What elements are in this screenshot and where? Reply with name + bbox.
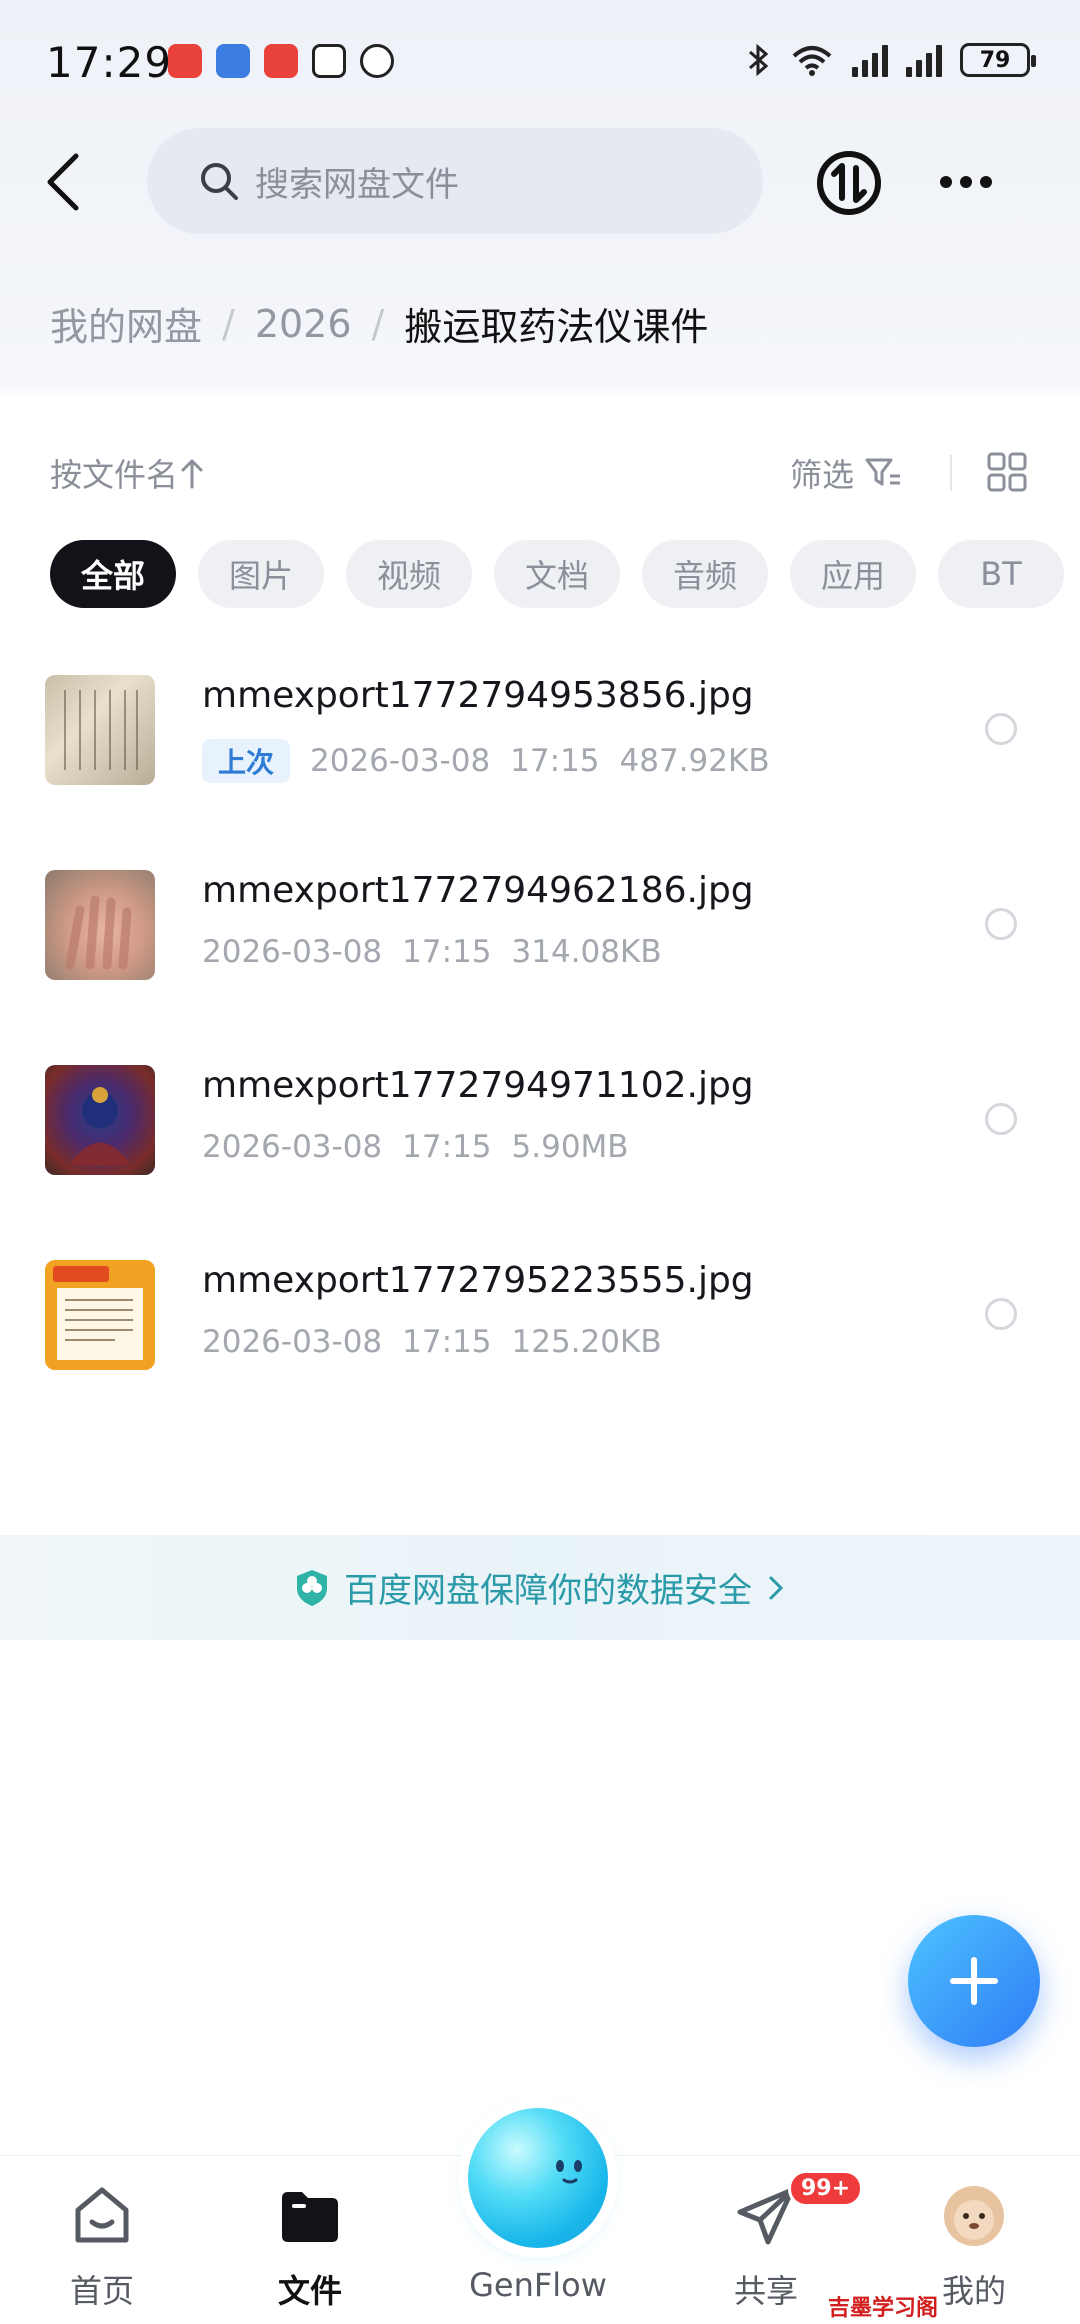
battery-level: 79: [979, 47, 1011, 73]
file-list-panel: 按文件名 筛选 全部 图片 视频 文档 音频 应用 BT mmexport177…: [0, 395, 1080, 2155]
safety-banner-text: 百度网盘保障你的数据安全: [344, 1571, 752, 1611]
transfer-list-icon[interactable]: [816, 150, 882, 216]
select-radio[interactable]: [985, 908, 1017, 940]
shield-icon: [297, 1569, 327, 1606]
breadcrumb-item-2026[interactable]: 2026: [255, 302, 352, 346]
share-unread-badge: 99+: [788, 2170, 864, 2207]
search-icon: [201, 163, 238, 200]
watermark: 吉墨学习阁 jimoxxg.com: [828, 2295, 983, 2324]
nav-files[interactable]: 文件: [230, 2156, 390, 2324]
file-meta: 上次 2026-03-08 17:15 487.92KB: [202, 739, 770, 783]
battery-icon: 79: [960, 43, 1036, 77]
huawei-app-icon: [168, 44, 202, 78]
back-arrow-icon[interactable]: [40, 150, 90, 214]
file-meta: 2026-03-08 17:15 314.08KB: [202, 934, 662, 970]
file-thumbnail-image: [45, 870, 155, 980]
sort-label: 按文件名: [50, 456, 179, 494]
alarm-icon: [360, 44, 394, 78]
toolbar-divider: [950, 455, 952, 491]
chip-videos[interactable]: 视频: [346, 540, 472, 608]
notification-app-icon: [216, 44, 250, 78]
file-name: mmexport1772794971102.jpg: [202, 1065, 754, 1106]
wifi-icon: [792, 46, 832, 76]
file-type-filter-chips: 全部 图片 视频 文档 音频 应用 BT: [50, 540, 1064, 608]
filter-label: 筛选: [790, 456, 855, 494]
file-name: mmexport1772794962186.jpg: [202, 870, 754, 911]
file-size: 5.90MB: [511, 1129, 629, 1165]
add-button[interactable]: [908, 1915, 1040, 2047]
breadcrumb-item-my-drive[interactable]: 我的网盘: [50, 296, 202, 351]
file-date: 2026-03-08: [202, 1324, 383, 1360]
file-name: mmexport1772794953856.jpg: [202, 675, 754, 716]
breadcrumb-separator: /: [371, 301, 385, 346]
chip-documents[interactable]: 文档: [494, 540, 620, 608]
breadcrumb: 我的网盘 / 2026 / 搬运取药法仪课件: [50, 296, 708, 351]
last-opened-tag: 上次: [202, 739, 291, 783]
nav-genflow-label: GenFlow: [469, 2266, 607, 2304]
sort-ascending-icon: [181, 459, 203, 489]
nav-share-label: 共享: [733, 2272, 798, 2310]
breadcrumb-current: 搬运取药法仪课件: [404, 305, 709, 349]
nav-home-label: 首页: [69, 2272, 134, 2310]
status-bar: 17:29 79: [0, 0, 1080, 120]
file-time: 17:15: [402, 934, 492, 970]
chip-bt[interactable]: BT: [938, 540, 1064, 608]
file-time: 17:15: [510, 743, 600, 779]
filter-icon: [865, 458, 901, 486]
select-radio[interactable]: [985, 1298, 1017, 1330]
file-thumbnail-image: [45, 675, 155, 785]
chevron-right-icon: [769, 1576, 784, 1599]
genflow-assistant-icon[interactable]: [468, 2108, 608, 2248]
data-safety-banner[interactable]: 百度网盘保障你的数据安全: [0, 1535, 1080, 1640]
plus-icon: [950, 1957, 998, 2005]
file-date: 2026-03-08: [310, 743, 491, 779]
more-options-icon[interactable]: [940, 170, 1000, 194]
file-row[interactable]: mmexport1772794971102.jpg 2026-03-08 17:…: [0, 1035, 1080, 1230]
bluetooth-icon: [749, 43, 769, 77]
file-time: 17:15: [402, 1324, 492, 1360]
status-system-icons: 79: [746, 42, 1036, 78]
file-meta: 2026-03-08 17:15 5.90MB: [202, 1129, 629, 1165]
file-row[interactable]: mmexport1772794962186.jpg 2026-03-08 17:…: [0, 840, 1080, 1035]
file-row[interactable]: mmexport1772794953856.jpg 上次 2026-03-08 …: [0, 645, 1080, 840]
chip-all[interactable]: 全部: [50, 540, 176, 608]
select-radio[interactable]: [985, 713, 1017, 745]
file-name: mmexport1772795223555.jpg: [202, 1260, 754, 1301]
file-row[interactable]: mmexport1772795223555.jpg 2026-03-08 17:…: [0, 1230, 1080, 1425]
file-date: 2026-03-08: [202, 1129, 383, 1165]
red-app-icon: [264, 44, 298, 78]
select-radio[interactable]: [985, 1103, 1017, 1135]
file-thumbnail-image: [45, 1065, 155, 1175]
filter-button[interactable]: 筛选: [790, 450, 902, 496]
file-date: 2026-03-08: [202, 934, 383, 970]
file-meta: 2026-03-08 17:15 125.20KB: [202, 1324, 662, 1360]
avatar: [944, 2186, 1004, 2246]
chip-audio[interactable]: 音频: [642, 540, 768, 608]
file-thumbnail-image: [45, 1260, 155, 1370]
signal-1-icon: [852, 43, 888, 77]
signal-2-icon: [906, 43, 942, 77]
search-bar[interactable]: 搜索网盘文件: [147, 128, 763, 234]
home-icon: [75, 2187, 129, 2243]
file-size: 125.20KB: [511, 1324, 662, 1360]
folder-icon: [282, 2192, 338, 2242]
chip-images[interactable]: 图片: [198, 540, 324, 608]
nav-files-label: 文件: [277, 2272, 342, 2310]
file-browser-screen: 17:29 79 搜索网盘文件 我的网盘 / 2026 / 搬运取药法仪课件 按…: [0, 0, 1080, 2324]
sort-by-name-button[interactable]: 按文件名: [50, 450, 206, 496]
search-placeholder: 搜索网盘文件: [255, 164, 459, 205]
status-time: 17:29: [46, 38, 173, 87]
file-time: 17:15: [402, 1129, 492, 1165]
file-size: 487.92KB: [619, 743, 770, 779]
file-size: 314.08KB: [511, 934, 662, 970]
nav-home[interactable]: 首页: [22, 2156, 182, 2324]
chip-apps[interactable]: 应用: [790, 540, 916, 608]
nfc-icon: [312, 44, 346, 78]
grid-view-icon[interactable]: [986, 451, 1028, 493]
status-notification-icons: [168, 44, 394, 78]
breadcrumb-separator: /: [222, 301, 235, 346]
